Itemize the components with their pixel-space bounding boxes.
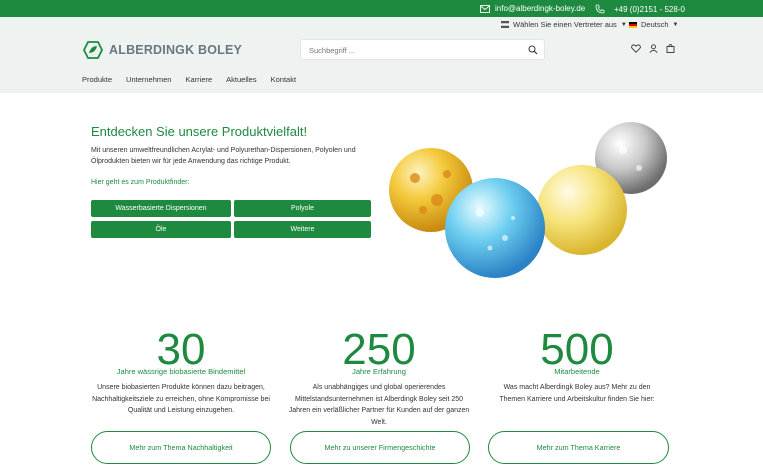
chevron-down-icon: ▼ [672,21,679,28]
flag-placeholder-icon [501,21,509,28]
user-icon[interactable] [649,44,658,53]
site-header: Wählen Sie einen Vertreter aus ▼ Deutsch… [0,17,763,93]
representative-select[interactable]: Wählen Sie einen Vertreter aus ▼ [501,20,627,29]
hero-title: Entdecken Sie unsere Produktvielfalt! [91,124,308,139]
dispersions-button[interactable]: Wasserbasierte Dispersionen [91,200,231,217]
yellow-sphere [537,165,627,255]
search-box [300,39,545,60]
search-icon[interactable] [528,45,538,55]
stat-text-sustainability: Unsere biobasierten Produkte können dazu… [92,384,270,414]
chevron-down-icon: ▼ [620,21,627,28]
oils-button[interactable]: Öle [91,221,231,238]
sustainability-button[interactable]: Mehr zum Thema Nachhaltigkeit [91,431,271,464]
email-link[interactable]: info@alberdingk-boley.de [480,4,585,13]
stat-label-years-experience: Jahre Erfahrung [352,367,406,376]
nav-item-produkte[interactable]: Produkte [82,75,112,84]
logo-text: ALBERDINGK BOLEY [109,43,243,57]
search-input[interactable] [309,44,519,56]
email-text: info@alberdingk-boley.de [495,4,586,13]
top-contact-bar: info@alberdingk-boley.de +49 (0)2151 - 5… [0,0,763,17]
german-flag-icon [629,21,637,28]
product-finder-link[interactable]: Hier geht es zum Produktfinder: [91,179,189,186]
mail-icon [480,4,490,13]
phone-link[interactable]: +49 (0)2151 - 528-0 [595,4,685,14]
company-history-button[interactable]: Mehr zu unserer Firmengeschichte [290,431,470,464]
language-label: Deutsch [641,20,669,29]
polyols-button[interactable]: Polyole [234,200,371,217]
career-button[interactable]: Mehr zum Thema Karriere [488,431,669,464]
phone-text: +49 (0)2151 - 528-0 [614,4,685,14]
representative-label: Wählen Sie einen Vertreter aus [513,20,617,29]
phone-icon [595,4,605,14]
nav-item-aktuelles[interactable]: Aktuelles [226,75,256,84]
logo-mark-icon [83,41,103,59]
stat-label-employees: Mitarbeitende [554,367,600,376]
main-nav: Produkte Unternehmen Karriere Aktuelles … [82,75,296,84]
logo[interactable]: ALBERDINGK BOLEY [83,41,242,59]
nav-item-karriere[interactable]: Karriere [185,75,212,84]
language-select[interactable]: Deutsch ▼ [629,20,678,29]
cart-icon[interactable] [666,44,675,53]
product-spheres-image [389,122,667,278]
header-icons [631,44,675,53]
stat-text-career: Was macht Alberdingk Boley aus? Mehr zu … [499,384,655,403]
blue-sphere [445,178,545,278]
stat-text-history: Als unabhängiges und global operierendes… [288,384,470,426]
stat-label-years-biobased: Jahre wässrige biobasierte Bindemittel [116,367,246,376]
stat-number-employees: 500 [540,325,614,374]
more-products-button[interactable]: Weitere [234,221,371,238]
stat-number-years-biobased: 30 [156,325,206,374]
stat-number-years-experience: 250 [342,325,416,374]
hero-text: Mit unseren umweltfreundlichen Acrylat- … [91,147,356,165]
nav-item-unternehmen[interactable]: Unternehmen [126,75,171,84]
heart-icon[interactable] [631,44,641,53]
nav-item-kontakt[interactable]: Kontakt [271,75,296,84]
